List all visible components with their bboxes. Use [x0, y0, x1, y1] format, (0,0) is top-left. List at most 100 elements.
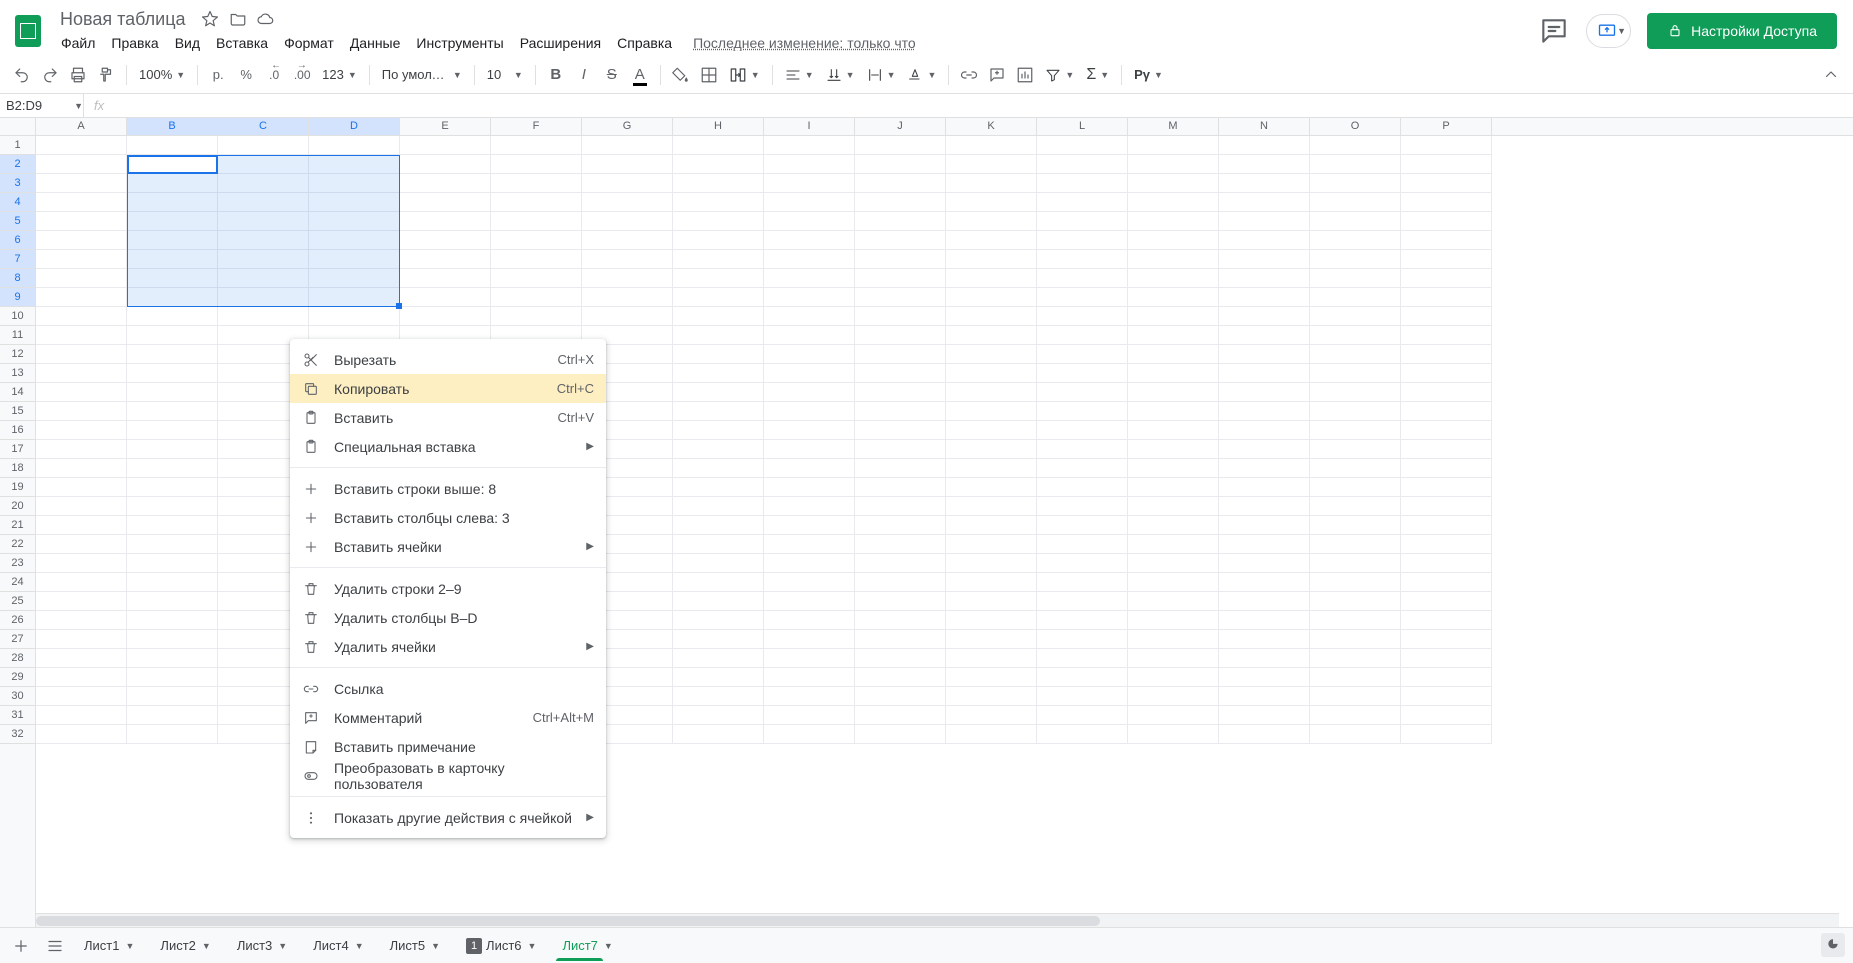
column-header[interactable]: C	[218, 118, 309, 135]
fill-color-button[interactable]	[669, 62, 693, 88]
sheet-tab-dropdown-icon[interactable]: ▼	[526, 941, 539, 951]
v-align-button[interactable]: ▼	[822, 62, 859, 88]
present-button[interactable]: ▼	[1586, 14, 1631, 48]
row-header[interactable]: 29	[0, 668, 35, 687]
addons-py-button[interactable]: Pγ▼	[1130, 62, 1167, 88]
row-header[interactable]: 22	[0, 535, 35, 554]
sheet-tab[interactable]: Лист2▼	[150, 931, 222, 961]
row-header[interactable]: 30	[0, 687, 35, 706]
column-header[interactable]: E	[400, 118, 491, 135]
row-header[interactable]: 10	[0, 307, 35, 326]
column-header[interactable]: F	[491, 118, 582, 135]
row-header[interactable]: 4	[0, 193, 35, 212]
column-header[interactable]: M	[1128, 118, 1219, 135]
column-header[interactable]: G	[582, 118, 673, 135]
row-header[interactable]: 6	[0, 231, 35, 250]
ctx-comment[interactable]: КомментарийCtrl+Alt+M	[290, 703, 606, 732]
paint-format-button[interactable]	[94, 62, 118, 88]
h-align-button[interactable]: ▼	[781, 62, 818, 88]
explore-button[interactable]	[1821, 933, 1845, 957]
row-header[interactable]: 3	[0, 174, 35, 193]
row-header[interactable]: 11	[0, 326, 35, 345]
row-header[interactable]: 15	[0, 402, 35, 421]
insert-comment-button[interactable]	[985, 62, 1009, 88]
row-header[interactable]: 21	[0, 516, 35, 535]
row-header[interactable]: 18	[0, 459, 35, 478]
row-header[interactable]: 26	[0, 611, 35, 630]
menu-insert[interactable]: Вставка	[209, 33, 275, 53]
menu-view[interactable]: Вид	[168, 33, 207, 53]
row-header[interactable]: 17	[0, 440, 35, 459]
star-icon[interactable]	[200, 9, 220, 29]
ctx-delete-cells[interactable]: Удалить ячейки▶	[290, 632, 606, 661]
ctx-cut[interactable]: ВырезатьCtrl+X	[290, 345, 606, 374]
sheet-tab[interactable]: Лист5▼	[380, 931, 452, 961]
text-rotation-button[interactable]: ▼	[903, 62, 940, 88]
row-header[interactable]: 19	[0, 478, 35, 497]
row-header[interactable]: 1	[0, 136, 35, 155]
text-wrap-button[interactable]: ▼	[863, 62, 900, 88]
row-header[interactable]: 13	[0, 364, 35, 383]
horizontal-scrollbar[interactable]	[36, 913, 1839, 927]
text-color-button[interactable]: A	[628, 62, 652, 88]
row-header[interactable]: 23	[0, 554, 35, 573]
sheet-tab[interactable]: Лист1▼	[74, 931, 146, 961]
row-header[interactable]: 20	[0, 497, 35, 516]
sheet-tab-dropdown-icon[interactable]: ▼	[602, 941, 615, 951]
strikethrough-button[interactable]: S	[600, 62, 624, 88]
ctx-delete-cols[interactable]: Удалить столбцы B–D	[290, 603, 606, 632]
row-header[interactable]: 24	[0, 573, 35, 592]
more-formats-combo[interactable]: 123▼	[318, 62, 361, 88]
print-button[interactable]	[66, 62, 90, 88]
all-sheets-button[interactable]	[40, 931, 70, 961]
sheet-tab-dropdown-icon[interactable]: ▼	[429, 941, 442, 951]
borders-button[interactable]	[697, 62, 721, 88]
sheet-tab-dropdown-icon[interactable]: ▼	[200, 941, 213, 951]
menu-data[interactable]: Данные	[343, 33, 408, 53]
column-header[interactable]: O	[1310, 118, 1401, 135]
sheet-tab[interactable]: Лист4▼	[303, 931, 375, 961]
column-header[interactable]: K	[946, 118, 1037, 135]
ctx-smartchip[interactable]: Преобразовать в карточку пользователя	[290, 761, 606, 790]
column-header[interactable]: H	[673, 118, 764, 135]
column-header[interactable]: D	[309, 118, 400, 135]
insert-chart-button[interactable]	[1013, 62, 1037, 88]
ctx-insert-rows[interactable]: Вставить строки выше: 8	[290, 474, 606, 503]
row-header[interactable]: 27	[0, 630, 35, 649]
format-percent-button[interactable]: %	[234, 62, 258, 88]
menu-help[interactable]: Справка	[610, 33, 679, 53]
row-header[interactable]: 25	[0, 592, 35, 611]
formula-input[interactable]	[114, 94, 1853, 117]
ctx-insert-cells[interactable]: Вставить ячейки▶	[290, 532, 606, 561]
sheet-tab-dropdown-icon[interactable]: ▼	[123, 941, 136, 951]
column-header[interactable]: I	[764, 118, 855, 135]
sheet-tab-dropdown-icon[interactable]: ▼	[353, 941, 366, 951]
add-sheet-button[interactable]	[6, 931, 36, 961]
row-header[interactable]: 16	[0, 421, 35, 440]
row-header[interactable]: 31	[0, 706, 35, 725]
column-header[interactable]: B	[127, 118, 218, 135]
zoom-combo[interactable]: 100%▼	[135, 62, 189, 88]
row-header[interactable]: 32	[0, 725, 35, 744]
row-header[interactable]: 14	[0, 383, 35, 402]
menu-format[interactable]: Формат	[277, 33, 341, 53]
row-header[interactable]: 28	[0, 649, 35, 668]
bold-button[interactable]: B	[544, 62, 568, 88]
column-header[interactable]: J	[855, 118, 946, 135]
menu-extensions[interactable]: Расширения	[513, 33, 608, 53]
spreadsheet-grid[interactable]: ABCDEFGHIJKLMNOP 12345678910111213141516…	[0, 118, 1853, 927]
cloud-status-icon[interactable]	[256, 9, 276, 29]
row-header[interactable]: 7	[0, 250, 35, 269]
ctx-paste-special[interactable]: Специальная вставка▶	[290, 432, 606, 461]
menu-edit[interactable]: Правка	[104, 33, 165, 53]
redo-button[interactable]	[38, 62, 62, 88]
undo-button[interactable]	[10, 62, 34, 88]
move-icon[interactable]	[228, 9, 248, 29]
sheet-tab-dropdown-icon[interactable]: ▼	[276, 941, 289, 951]
column-header[interactable]: L	[1037, 118, 1128, 135]
ctx-link[interactable]: Ссылка	[290, 674, 606, 703]
ctx-copy[interactable]: КопироватьCtrl+C	[290, 374, 606, 403]
row-header[interactable]: 9	[0, 288, 35, 307]
sheet-tab[interactable]: Лист3▼	[227, 931, 299, 961]
column-header[interactable]: N	[1219, 118, 1310, 135]
